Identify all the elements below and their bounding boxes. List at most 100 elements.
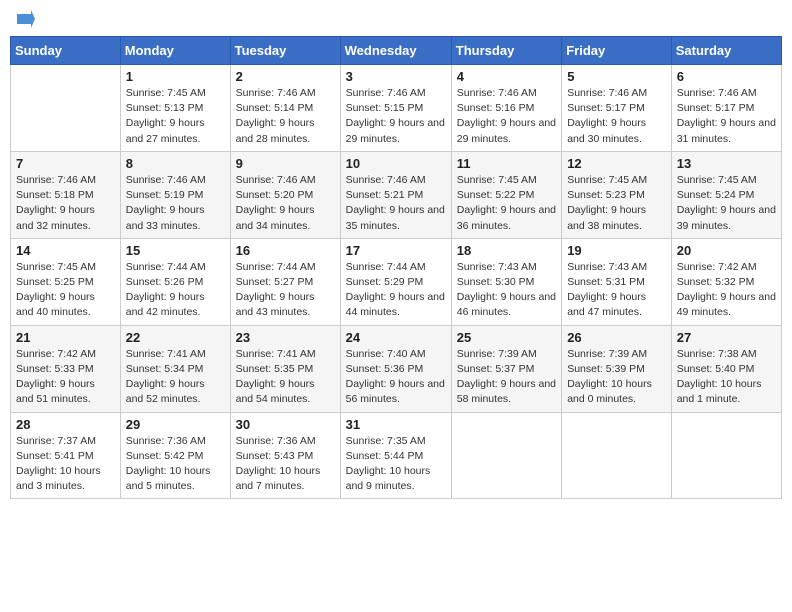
calendar-cell: 3 Sunrise: 7:46 AM Sunset: 5:15 PM Dayli… [340, 65, 451, 152]
sunrise-text: Sunrise: 7:38 AM [677, 348, 757, 360]
daylight-text: Daylight: 9 hours and 28 minutes. [236, 117, 315, 144]
daylight-text: Daylight: 10 hours and 1 minute. [677, 378, 762, 405]
day-info: Sunrise: 7:46 AM Sunset: 5:18 PM Dayligh… [16, 173, 115, 234]
sunrise-text: Sunrise: 7:43 AM [567, 261, 647, 273]
sunset-text: Sunset: 5:24 PM [677, 189, 755, 201]
day-info: Sunrise: 7:45 AM Sunset: 5:24 PM Dayligh… [677, 173, 776, 234]
day-info: Sunrise: 7:46 AM Sunset: 5:17 PM Dayligh… [677, 86, 776, 147]
sunrise-text: Sunrise: 7:46 AM [677, 87, 757, 99]
day-info: Sunrise: 7:46 AM Sunset: 5:14 PM Dayligh… [236, 86, 335, 147]
day-number: 25 [457, 330, 556, 345]
logo-arrow-icon [17, 10, 35, 28]
daylight-text: Daylight: 10 hours and 7 minutes. [236, 465, 321, 492]
sunrise-text: Sunrise: 7:46 AM [236, 87, 316, 99]
day-of-week-header: Wednesday [340, 37, 451, 65]
sunset-text: Sunset: 5:37 PM [457, 363, 535, 375]
day-info: Sunrise: 7:46 AM Sunset: 5:21 PM Dayligh… [346, 173, 446, 234]
day-number: 26 [567, 330, 666, 345]
sunrise-text: Sunrise: 7:45 AM [126, 87, 206, 99]
day-number: 22 [126, 330, 225, 345]
day-info: Sunrise: 7:46 AM Sunset: 5:16 PM Dayligh… [457, 86, 556, 147]
calendar-week-row: 14 Sunrise: 7:45 AM Sunset: 5:25 PM Dayl… [11, 238, 782, 325]
day-number: 3 [346, 69, 446, 84]
sunrise-text: Sunrise: 7:41 AM [236, 348, 316, 360]
day-info: Sunrise: 7:39 AM Sunset: 5:39 PM Dayligh… [567, 347, 666, 408]
sunrise-text: Sunrise: 7:45 AM [567, 174, 647, 186]
sunset-text: Sunset: 5:36 PM [346, 363, 424, 375]
sunset-text: Sunset: 5:19 PM [126, 189, 204, 201]
sunrise-text: Sunrise: 7:45 AM [457, 174, 537, 186]
calendar-table: SundayMondayTuesdayWednesdayThursdayFrid… [10, 36, 782, 499]
calendar-cell: 19 Sunrise: 7:43 AM Sunset: 5:31 PM Dayl… [562, 238, 672, 325]
daylight-text: Daylight: 9 hours and 56 minutes. [346, 378, 445, 405]
day-number: 5 [567, 69, 666, 84]
sunrise-text: Sunrise: 7:40 AM [346, 348, 426, 360]
calendar-cell: 30 Sunrise: 7:36 AM Sunset: 5:43 PM Dayl… [230, 412, 340, 499]
daylight-text: Daylight: 9 hours and 29 minutes. [457, 117, 556, 144]
day-info: Sunrise: 7:44 AM Sunset: 5:26 PM Dayligh… [126, 260, 225, 321]
sunrise-text: Sunrise: 7:45 AM [677, 174, 757, 186]
sunset-text: Sunset: 5:30 PM [457, 276, 535, 288]
sunrise-text: Sunrise: 7:43 AM [457, 261, 537, 273]
daylight-text: Daylight: 10 hours and 9 minutes. [346, 465, 431, 492]
sunset-text: Sunset: 5:23 PM [567, 189, 645, 201]
sunset-text: Sunset: 5:16 PM [457, 102, 535, 114]
day-info: Sunrise: 7:39 AM Sunset: 5:37 PM Dayligh… [457, 347, 556, 408]
day-number: 23 [236, 330, 335, 345]
day-info: Sunrise: 7:44 AM Sunset: 5:27 PM Dayligh… [236, 260, 335, 321]
daylight-text: Daylight: 9 hours and 36 minutes. [457, 204, 556, 231]
sunset-text: Sunset: 5:31 PM [567, 276, 645, 288]
calendar-week-row: 21 Sunrise: 7:42 AM Sunset: 5:33 PM Dayl… [11, 325, 782, 412]
day-number: 15 [126, 243, 225, 258]
sunrise-text: Sunrise: 7:36 AM [236, 435, 316, 447]
calendar-cell: 7 Sunrise: 7:46 AM Sunset: 5:18 PM Dayli… [11, 151, 121, 238]
sunrise-text: Sunrise: 7:39 AM [567, 348, 647, 360]
day-info: Sunrise: 7:41 AM Sunset: 5:34 PM Dayligh… [126, 347, 225, 408]
calendar-cell: 20 Sunrise: 7:42 AM Sunset: 5:32 PM Dayl… [671, 238, 781, 325]
sunrise-text: Sunrise: 7:44 AM [126, 261, 206, 273]
sunrise-text: Sunrise: 7:39 AM [457, 348, 537, 360]
calendar-cell: 9 Sunrise: 7:46 AM Sunset: 5:20 PM Dayli… [230, 151, 340, 238]
calendar-cell: 15 Sunrise: 7:44 AM Sunset: 5:26 PM Dayl… [120, 238, 230, 325]
calendar-week-row: 7 Sunrise: 7:46 AM Sunset: 5:18 PM Dayli… [11, 151, 782, 238]
sunset-text: Sunset: 5:13 PM [126, 102, 204, 114]
daylight-text: Daylight: 9 hours and 49 minutes. [677, 291, 776, 318]
day-info: Sunrise: 7:45 AM Sunset: 5:25 PM Dayligh… [16, 260, 115, 321]
sunrise-text: Sunrise: 7:42 AM [16, 348, 96, 360]
calendar-cell: 22 Sunrise: 7:41 AM Sunset: 5:34 PM Dayl… [120, 325, 230, 412]
sunrise-text: Sunrise: 7:42 AM [677, 261, 757, 273]
calendar-week-row: 1 Sunrise: 7:45 AM Sunset: 5:13 PM Dayli… [11, 65, 782, 152]
day-info: Sunrise: 7:41 AM Sunset: 5:35 PM Dayligh… [236, 347, 335, 408]
calendar-cell: 16 Sunrise: 7:44 AM Sunset: 5:27 PM Dayl… [230, 238, 340, 325]
sunrise-text: Sunrise: 7:46 AM [346, 87, 426, 99]
calendar-cell: 24 Sunrise: 7:40 AM Sunset: 5:36 PM Dayl… [340, 325, 451, 412]
daylight-text: Daylight: 9 hours and 43 minutes. [236, 291, 315, 318]
calendar-cell [451, 412, 561, 499]
day-number: 21 [16, 330, 115, 345]
day-number: 7 [16, 156, 115, 171]
daylight-text: Daylight: 9 hours and 44 minutes. [346, 291, 445, 318]
day-number: 9 [236, 156, 335, 171]
daylight-text: Daylight: 9 hours and 42 minutes. [126, 291, 205, 318]
sunrise-text: Sunrise: 7:46 AM [236, 174, 316, 186]
day-number: 31 [346, 417, 446, 432]
calendar-cell: 12 Sunrise: 7:45 AM Sunset: 5:23 PM Dayl… [562, 151, 672, 238]
sunset-text: Sunset: 5:17 PM [677, 102, 755, 114]
sunset-text: Sunset: 5:22 PM [457, 189, 535, 201]
sunrise-text: Sunrise: 7:45 AM [16, 261, 96, 273]
day-info: Sunrise: 7:46 AM Sunset: 5:17 PM Dayligh… [567, 86, 666, 147]
calendar-cell: 5 Sunrise: 7:46 AM Sunset: 5:17 PM Dayli… [562, 65, 672, 152]
day-of-week-header: Thursday [451, 37, 561, 65]
calendar-cell: 2 Sunrise: 7:46 AM Sunset: 5:14 PM Dayli… [230, 65, 340, 152]
logo [14, 10, 35, 28]
daylight-text: Daylight: 10 hours and 5 minutes. [126, 465, 211, 492]
day-info: Sunrise: 7:37 AM Sunset: 5:41 PM Dayligh… [16, 434, 115, 495]
calendar-cell: 1 Sunrise: 7:45 AM Sunset: 5:13 PM Dayli… [120, 65, 230, 152]
sunset-text: Sunset: 5:34 PM [126, 363, 204, 375]
sunset-text: Sunset: 5:35 PM [236, 363, 314, 375]
calendar-cell: 4 Sunrise: 7:46 AM Sunset: 5:16 PM Dayli… [451, 65, 561, 152]
day-number: 17 [346, 243, 446, 258]
day-info: Sunrise: 7:45 AM Sunset: 5:22 PM Dayligh… [457, 173, 556, 234]
day-info: Sunrise: 7:46 AM Sunset: 5:19 PM Dayligh… [126, 173, 225, 234]
sunset-text: Sunset: 5:18 PM [16, 189, 94, 201]
